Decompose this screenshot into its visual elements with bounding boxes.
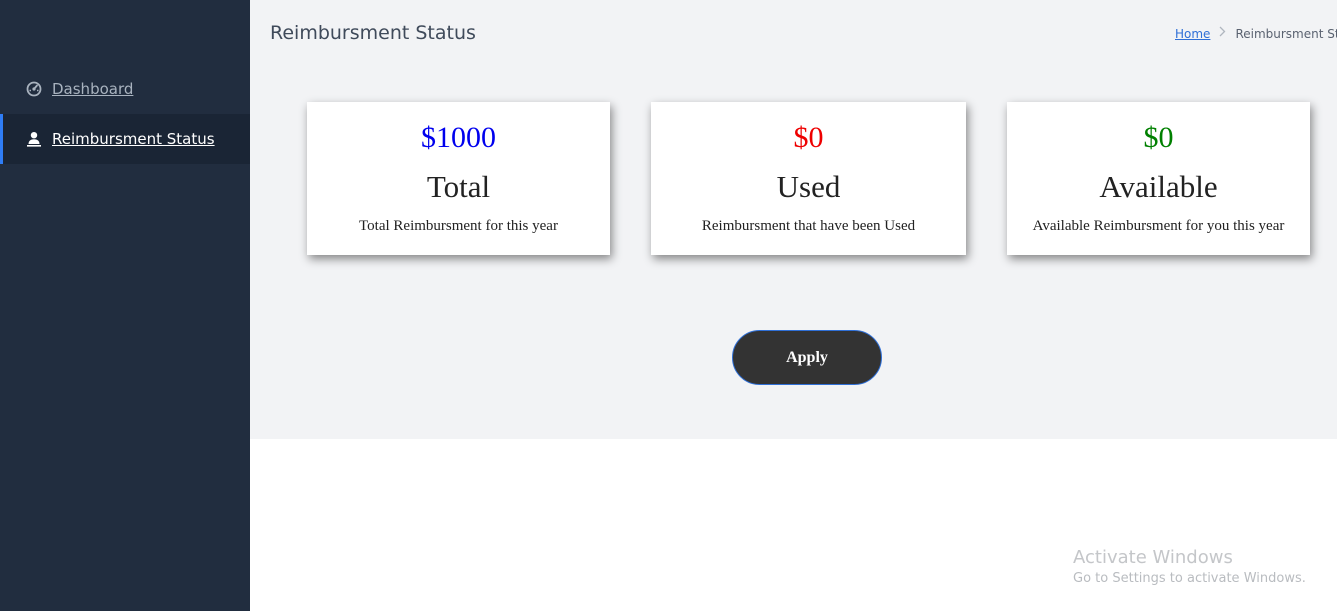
breadcrumb: Home Reimbursment Status (1175, 26, 1337, 41)
page-title: Reimbursment Status (270, 22, 476, 44)
chevron-right-icon (1219, 26, 1226, 41)
used-card: $0 Used Reimbursment that have been Used (651, 102, 966, 255)
card-title: Available (1099, 169, 1218, 204)
activate-windows-watermark: Activate Windows Go to Settings to activ… (1073, 547, 1306, 589)
total-card: $1000 Total Total Reimbursment for this … (307, 102, 610, 255)
watermark-subtitle: Go to Settings to activate Windows. (1073, 571, 1306, 586)
breadcrumb-home-link[interactable]: Home (1175, 27, 1210, 41)
card-amount: $0 (1143, 121, 1174, 154)
card-description: Total Reimbursment for this year (359, 218, 558, 234)
card-amount: $1000 (421, 121, 496, 154)
available-card: $0 Available Available Reimbursment for … (1007, 102, 1310, 255)
sidebar-item-dashboard[interactable]: Dashboard (0, 64, 250, 114)
dashboard-gauge-icon (26, 81, 42, 97)
watermark-title: Activate Windows (1073, 547, 1233, 568)
card-title: Total (426, 169, 491, 204)
sidebar: Dashboard Reimbursment Status (0, 0, 250, 611)
user-icon (26, 131, 42, 147)
sidebar-item-reimbursment-status[interactable]: Reimbursment Status (0, 114, 250, 164)
sidebar-item-label: Dashboard (52, 80, 134, 98)
apply-button[interactable]: Apply (732, 330, 882, 385)
card-amount: $0 (793, 121, 824, 154)
sidebar-item-label: Reimbursment Status (52, 130, 215, 148)
card-description: Reimbursment that have been Used (701, 218, 916, 234)
breadcrumb-current: Reimbursment Status (1235, 26, 1337, 41)
card-title: Used (776, 169, 841, 204)
card-description: Available Reimbursment for you this year (1032, 218, 1285, 234)
